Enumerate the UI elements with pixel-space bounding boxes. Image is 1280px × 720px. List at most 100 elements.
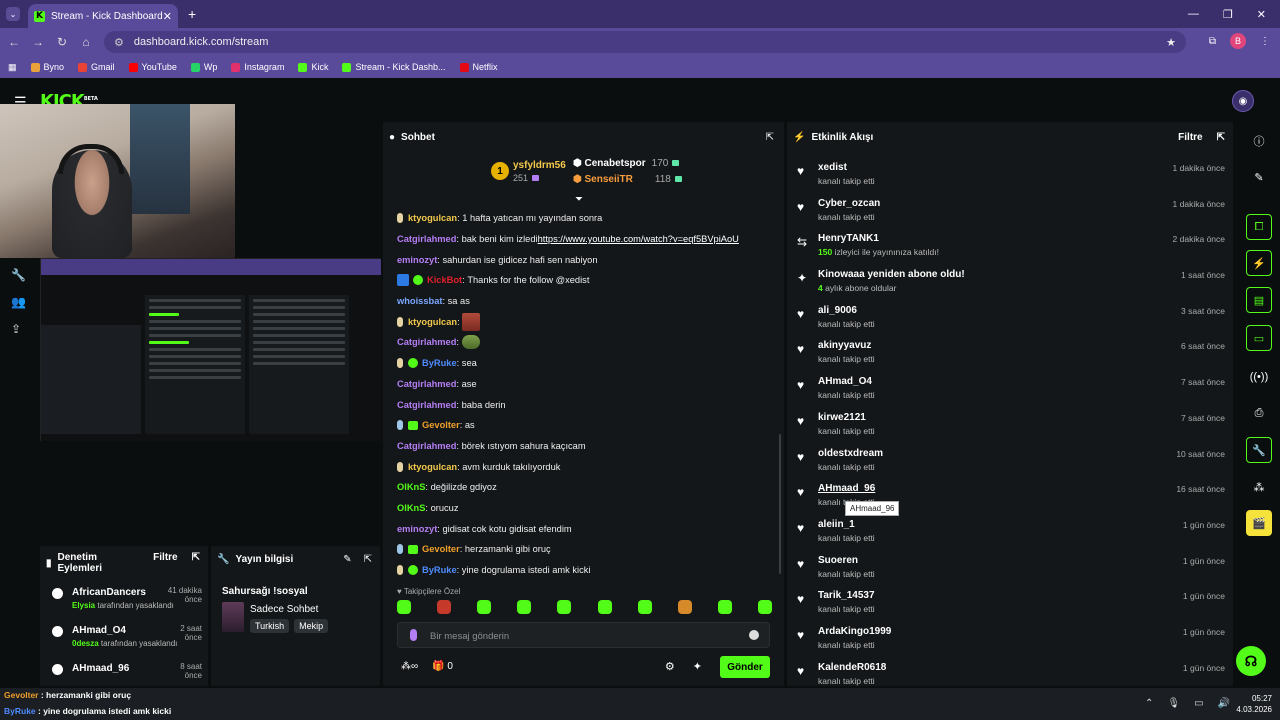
stream-category[interactable]: Sadece Sohbet: [250, 604, 318, 615]
activity-username[interactable]: HenryTANK1: [818, 233, 879, 244]
taskbar-clock[interactable]: 05:27 4.03.2026: [1236, 693, 1272, 715]
chat-settings-icon[interactable]: ⚙: [665, 660, 675, 673]
edit-icon[interactable]: ✎: [343, 554, 351, 565]
chat-username[interactable]: Catgirlahmed: [397, 400, 456, 410]
emote-button[interactable]: [557, 600, 572, 614]
chat-username[interactable]: Gevolter: [422, 420, 460, 430]
activity-username[interactable]: oldestxdream: [818, 448, 883, 459]
activity-username[interactable]: aleiin_1: [818, 519, 855, 530]
bookmark-kick-dashboard[interactable]: Stream - Kick Dashb...: [342, 62, 446, 72]
emote-button[interactable]: [517, 600, 532, 614]
close-window-icon[interactable]: ✕: [1257, 8, 1266, 21]
users-icon[interactable]: 👥: [11, 295, 26, 309]
restore-icon[interactable]: ❐: [1223, 8, 1233, 21]
bookmark-star-icon[interactable]: ★: [1166, 36, 1176, 49]
document-icon[interactable]: ▤: [1246, 287, 1272, 313]
leader-third[interactable]: ⬢ SenseiiTR 118: [573, 174, 682, 185]
chat-username[interactable]: KickBot: [427, 275, 462, 285]
activity-username[interactable]: Cyber_ozcan: [818, 198, 880, 209]
emote-button[interactable]: [477, 600, 492, 614]
chat-scrollbar[interactable]: [779, 434, 781, 574]
chat-username[interactable]: Gevolter: [422, 544, 460, 554]
moderation-item[interactable]: AHmad_O4 2 saat önce 0desza tarafından y…: [50, 624, 202, 662]
site-info-icon[interactable]: ⚙: [114, 36, 124, 49]
chat-username[interactable]: ktyogulcan: [408, 317, 457, 327]
bookmark-byno[interactable]: Byno: [30, 62, 64, 72]
clapper-icon[interactable]: 🎬: [1246, 510, 1272, 536]
tag[interactable]: Mekip: [294, 619, 329, 633]
popout-icon[interactable]: ⇱: [192, 552, 200, 574]
points-balance[interactable]: 🎁 0: [432, 661, 453, 672]
emote-button[interactable]: [597, 600, 612, 614]
activity-username[interactable]: AHmaad_96: [818, 483, 875, 494]
support-headset-button[interactable]: ☊: [1236, 646, 1266, 676]
wrench-icon[interactable]: 🔧: [11, 268, 26, 282]
chat-username[interactable]: eminozyt: [397, 255, 437, 265]
reload-icon[interactable]: ↻: [50, 35, 74, 49]
tray-chevron-icon[interactable]: ⌃: [1145, 698, 1153, 709]
upload-icon[interactable]: ⇪: [11, 322, 21, 336]
extensions-icon[interactable]: ⧉: [1209, 36, 1216, 47]
new-tab-button[interactable]: +: [188, 6, 196, 22]
emote-button[interactable]: [717, 600, 732, 614]
home-icon[interactable]: ⌂: [74, 35, 98, 49]
bookmark-wp[interactable]: Wp: [190, 62, 217, 72]
bookmark-gmail[interactable]: Gmail: [78, 62, 115, 72]
emote-button[interactable]: [637, 600, 652, 614]
chat-panel-icon[interactable]: ▭: [1246, 325, 1272, 351]
activity-username[interactable]: kirwe2121: [818, 412, 866, 423]
popout-icon[interactable]: ⇱: [364, 554, 372, 565]
emote-button[interactable]: [397, 600, 411, 614]
browser-tab-active[interactable]: K Stream - Kick Dashboard ✕: [28, 4, 178, 28]
minimize-icon[interactable]: —: [1188, 8, 1199, 21]
edit-icon[interactable]: ✎: [1246, 164, 1272, 190]
chat-username[interactable]: Catgirlahmed: [397, 441, 456, 451]
user-avatar[interactable]: ◉: [1232, 90, 1254, 112]
popout-icon[interactable]: ⇱: [766, 132, 774, 143]
screen-icon[interactable]: ⧠: [1246, 214, 1272, 240]
leader-top-user[interactable]: ysfyldrm56: [513, 160, 566, 171]
chat-username[interactable]: Catgirlahmed: [397, 234, 456, 244]
chat-mod-icon[interactable]: ✦: [693, 660, 702, 673]
stream-preview[interactable]: [40, 258, 381, 442]
apps-grid-icon[interactable]: ▦: [8, 62, 17, 73]
chat-message-input[interactable]: [430, 628, 730, 644]
emote-button[interactable]: [757, 600, 772, 614]
profile-avatar[interactable]: B: [1230, 33, 1246, 49]
chat-username[interactable]: Catgirlahmed: [397, 379, 456, 389]
activity-username[interactable]: ali_9006: [818, 305, 857, 316]
activity-username[interactable]: AHmad_O4: [818, 376, 872, 387]
chat-username[interactable]: ByRuke: [422, 565, 457, 575]
chat-username[interactable]: ktyogulcan: [408, 213, 457, 223]
bookmark-youtube[interactable]: YouTube: [128, 62, 177, 72]
volume-icon[interactable]: 🔊: [1218, 698, 1230, 709]
pinned-collapse-icon[interactable]: ⏷: [575, 194, 583, 205]
activity-filter-button[interactable]: Filtre: [1178, 132, 1202, 143]
browser-menu-icon[interactable]: ⋮: [1260, 36, 1270, 47]
popout-icon[interactable]: ⇱: [1217, 132, 1225, 143]
forward-icon[interactable]: →: [26, 35, 50, 49]
mic-tray-icon[interactable]: 🎙: [1167, 698, 1180, 709]
channel-points-icon[interactable]: ⁂∞: [401, 661, 418, 672]
tab-close-icon[interactable]: ✕: [163, 10, 172, 23]
printer-icon[interactable]: ⎙: [1246, 400, 1272, 426]
send-button[interactable]: Gönder: [720, 656, 770, 678]
activity-username[interactable]: akinyyavuz: [818, 340, 871, 351]
leader-second[interactable]: ⬢ Cenabetspor 170: [573, 158, 680, 169]
chat-username[interactable]: whoissbat: [397, 296, 442, 306]
tag[interactable]: Turkish: [250, 619, 290, 633]
moderation-filter-button[interactable]: Filtre: [153, 552, 177, 574]
tab-search-button[interactable]: ⌄: [6, 7, 20, 21]
emote-button[interactable]: [437, 600, 452, 614]
chat-username[interactable]: OlKnS: [397, 482, 425, 492]
activity-username[interactable]: xedist: [818, 162, 847, 173]
bolt-panel-icon[interactable]: ⚡: [1246, 250, 1272, 276]
chat-username[interactable]: OlKnS: [397, 503, 425, 513]
broadcast-icon[interactable]: ((•)): [1246, 364, 1272, 390]
url-field[interactable]: ⚙ dashboard.kick.com/stream ★: [104, 31, 1186, 53]
points-panel-icon[interactable]: ⁂: [1246, 474, 1272, 500]
activity-username[interactable]: Suoeren: [818, 555, 858, 566]
chat-username[interactable]: ktyogulcan: [408, 462, 457, 472]
bookmark-instagram[interactable]: Instagram: [231, 62, 284, 72]
chat-username[interactable]: Catgirlahmed: [397, 337, 456, 347]
